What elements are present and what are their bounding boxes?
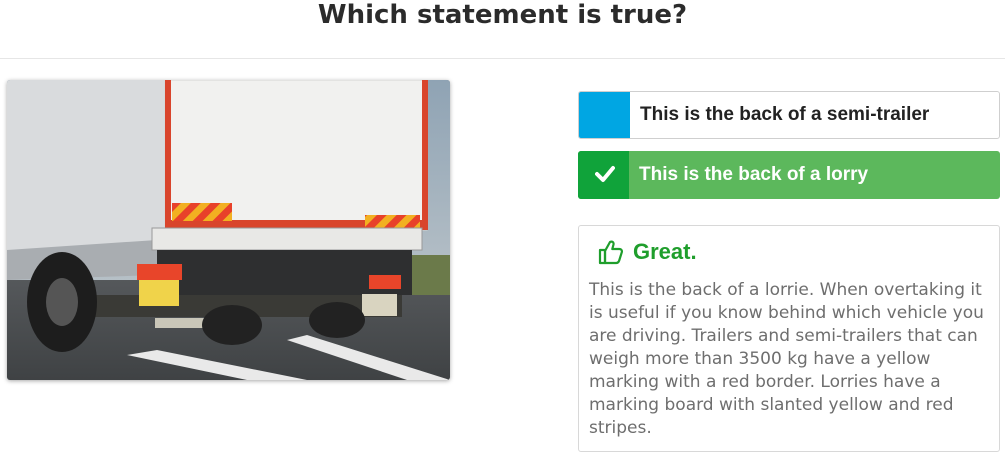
check-icon [595, 166, 615, 182]
question-title: Which statement is true? [317, 0, 688, 30]
feedback-title: Great. [633, 239, 697, 264]
feedback-panel: Great. This is the back of a lorrie. Whe… [578, 225, 1000, 452]
answer-marker [579, 92, 630, 138]
feedback-header: Great. [597, 238, 697, 266]
question-image [7, 80, 450, 380]
thumbs-up-icon [598, 240, 624, 265]
answer-option-semi-trailer[interactable]: This is the back of a semi-trailer [578, 91, 1000, 139]
feedback-text: This is the back of a lorrie. When overt… [589, 280, 984, 438]
question-header: Which statement is true? [0, 0, 1005, 59]
answer-label: This is the back of a semi-trailer [640, 104, 930, 125]
answer-option-lorry[interactable]: This is the back of a lorry [578, 151, 1000, 199]
answer-label: This is the back of a lorry [639, 164, 869, 185]
answer-marker-correct [578, 151, 629, 199]
